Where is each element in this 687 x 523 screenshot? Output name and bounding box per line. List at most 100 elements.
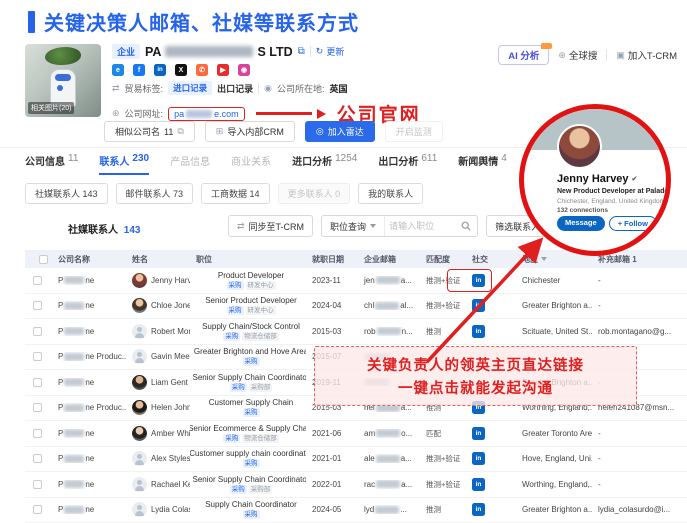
tab-0[interactable]: 公司信息11: [25, 153, 78, 173]
company-photo[interactable]: 相关图片(20): [25, 44, 101, 117]
tab-5[interactable]: 出口分析611: [378, 153, 437, 173]
import-crm-button[interactable]: ⊞ 导入内部CRM: [205, 121, 295, 142]
row-checkbox[interactable]: [33, 429, 42, 438]
table-row[interactable]: PneChloe JonesSenior Product Developer采购…: [25, 294, 687, 320]
company-blurred: [64, 276, 84, 284]
avatar: [132, 477, 147, 492]
contact-name[interactable]: Robert Monta...: [151, 327, 190, 336]
row-checkbox[interactable]: [33, 505, 42, 514]
contact-name[interactable]: Alex Styles: [151, 454, 190, 463]
email-prefix: rac: [364, 480, 375, 489]
row-checkbox[interactable]: [33, 454, 42, 463]
linkedin-icon[interactable]: in: [472, 452, 485, 465]
row-checkbox[interactable]: [33, 403, 42, 412]
x-icon[interactable]: X: [175, 64, 187, 76]
contact-name[interactable]: Gavin Meeks: [151, 352, 190, 361]
website-link[interactable]: pa e.com: [174, 109, 239, 119]
join-crm-button[interactable]: ▣ 加入T-CRM: [616, 48, 677, 62]
email-prefix: rob: [364, 327, 376, 336]
table-row[interactable]: PneRachael KellySenior Supply Chain Coor…: [25, 472, 687, 498]
avatar: [132, 349, 147, 364]
contact-name[interactable]: Liam Gent: [151, 378, 188, 387]
linkedin-icon[interactable]: in: [472, 427, 485, 440]
contact-name[interactable]: Chloe Jones: [151, 301, 190, 310]
contact-pill-3[interactable]: 更多联系人 0: [278, 183, 351, 204]
email-prefix: ale: [364, 454, 375, 463]
row-checkbox[interactable]: [33, 327, 42, 336]
search-icon[interactable]: [461, 221, 477, 231]
company-suffix: ne: [85, 480, 94, 489]
contact-name[interactable]: Lydia Colasurdo: [151, 505, 190, 514]
refresh-label: 更新: [326, 45, 344, 58]
sync-crm-button[interactable]: ⇄ 同步至T-CRM: [228, 215, 313, 237]
contact-pill-1[interactable]: 邮件联系人 73: [116, 183, 194, 204]
contact-pill-2[interactable]: 工商数据 14: [201, 183, 270, 204]
email-blurred: [376, 455, 400, 463]
company-blurred: [64, 327, 84, 335]
table-row[interactable]: PneLydia ColasurdoSupply Chain Coordinat…: [25, 498, 687, 523]
email-prefix: lyd: [364, 505, 374, 514]
contact-pill-4[interactable]: 我的联系人: [358, 183, 423, 204]
profile-connections[interactable]: 132 connections: [557, 207, 608, 214]
position-search-input[interactable]: [385, 218, 461, 235]
position-cell: Supply Chain Coordinator采购: [190, 500, 306, 519]
more-button[interactable]: More: [661, 216, 671, 231]
table-row[interactable]: PneAlex StylesCustomer supply chain coor…: [25, 447, 687, 473]
youtube-icon[interactable]: ▶: [217, 64, 229, 76]
row-checkbox[interactable]: [33, 352, 42, 361]
select-all-checkbox[interactable]: [39, 255, 48, 264]
radar-icon: ◎: [316, 126, 324, 137]
follow-button[interactable]: + Follow: [609, 216, 657, 231]
contact-name[interactable]: Rachael Kelly: [151, 480, 190, 489]
ai-analysis-button[interactable]: AI 分析: [498, 45, 549, 65]
facebook-icon[interactable]: f: [133, 64, 145, 76]
row-checkbox[interactable]: [33, 480, 42, 489]
tab-6[interactable]: 新闻舆情4: [458, 153, 507, 173]
row-checkbox[interactable]: [33, 301, 42, 310]
linkedin-icon[interactable]: in: [154, 64, 166, 76]
company-prefix: P: [58, 327, 63, 336]
instagram-icon[interactable]: ◉: [238, 64, 250, 76]
contact-name[interactable]: Jenny Harvey: [151, 276, 190, 285]
tab-1[interactable]: 联系人230: [99, 153, 149, 175]
phone-icon[interactable]: ✆: [196, 64, 208, 76]
region-cell: Greater Brighton a...: [516, 301, 592, 310]
refresh-button[interactable]: ↻ 更新: [316, 45, 345, 58]
join-radar-button[interactable]: ◎ 加入雷达: [305, 121, 375, 142]
related-photos-caption[interactable]: 相关图片(20): [28, 102, 74, 114]
import-record-tag[interactable]: 进口记录: [168, 81, 212, 95]
start-monitor-button[interactable]: 开启监测: [385, 121, 443, 142]
table-row[interactable]: PneRobert Monta...Supply Chain/Stock Con…: [25, 319, 687, 345]
filter-funnel-icon[interactable]: [541, 257, 547, 261]
message-button[interactable]: Message: [557, 216, 605, 231]
copy-icon[interactable]: ⧉: [298, 46, 305, 57]
row-checkbox[interactable]: [33, 378, 42, 387]
linkedin-icon[interactable]: in: [472, 299, 485, 312]
linkedin-profile-circle: Jenny Harvey ✔ New Product Developer at …: [519, 104, 671, 256]
export-record-tag[interactable]: 出口记录: [217, 82, 253, 95]
linkedin-icon[interactable]: in: [472, 325, 485, 338]
table-row[interactable]: PneJenny HarveyProduct Developer采购研发中心20…: [25, 268, 687, 294]
company-cell: Pne: [52, 480, 126, 489]
tab-4[interactable]: 进口分析1254: [292, 153, 357, 173]
browser-icon[interactable]: e: [112, 64, 124, 76]
email-cell: raca...: [358, 480, 420, 489]
extra-email-cell: -: [592, 480, 687, 489]
tab-3[interactable]: 商业关系: [231, 153, 271, 173]
contact-name[interactable]: Helen Johnstone: [151, 403, 190, 412]
position-query-dropdown[interactable]: 职位查询: [322, 216, 385, 236]
similar-companies-button[interactable]: 相似公司名 11 ⧉: [104, 121, 195, 142]
match-level-cell: 匹配: [420, 428, 466, 439]
company-cell: Pne: [52, 454, 126, 463]
row-checkbox[interactable]: [33, 276, 42, 285]
linkedin-icon[interactable]: in: [472, 503, 485, 516]
profile-avatar[interactable]: [557, 124, 602, 169]
tab-label: 公司信息: [25, 153, 65, 168]
linkedin-icon[interactable]: in: [472, 478, 485, 491]
global-search-button[interactable]: ⊕ 全球搜: [558, 48, 597, 62]
tab-2[interactable]: 产品信息: [170, 153, 210, 173]
contact-name[interactable]: Amber Whitty: [151, 429, 190, 438]
column-header-label: 就职日期: [312, 254, 344, 265]
table-row[interactable]: PneAmber WhittySenior Ecommerce & Supply…: [25, 421, 687, 447]
contact-pill-0[interactable]: 社媒联系人 143: [25, 183, 108, 204]
